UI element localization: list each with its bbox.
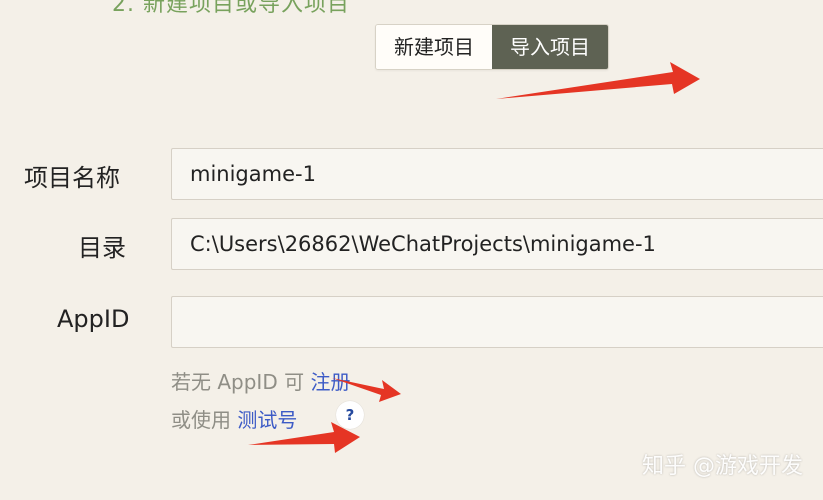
project-name-field[interactable] <box>171 148 823 200</box>
project-mode-toggle: 新建项目 导入项目 <box>375 24 609 70</box>
register-hint-text: 若无 AppID 可 <box>171 370 311 394</box>
zhihu-watermark: 知乎 @游戏开发 <box>642 454 803 479</box>
wechat-devtools-project-form: 2. 新建项目或导入项目 新建项目 导入项目 项目名称 目录 AppID 若无 … <box>0 0 823 500</box>
test-account-hint-text: 或使用 <box>171 408 238 432</box>
appid-register-hint: 若无 AppID 可 注册 <box>171 366 350 395</box>
appid-label: AppID <box>57 305 130 333</box>
register-link[interactable]: 注册 <box>310 370 350 394</box>
top-instruction-text: 2. 新建项目或导入项目 <box>112 0 350 17</box>
directory-label: 目录 <box>78 234 126 262</box>
appid-field[interactable] <box>171 296 823 348</box>
help-icon[interactable]: ? <box>336 401 364 429</box>
new-project-tab[interactable]: 新建项目 <box>376 25 492 69</box>
appid-input[interactable] <box>172 297 823 347</box>
project-name-label: 项目名称 <box>24 164 120 192</box>
project-name-input[interactable] <box>172 149 823 199</box>
import-project-tab[interactable]: 导入项目 <box>492 25 608 69</box>
directory-field[interactable] <box>171 218 823 270</box>
directory-input[interactable] <box>172 219 823 269</box>
test-account-link[interactable]: 测试号 <box>237 408 297 432</box>
test-account-hint: 或使用 测试号 <box>171 404 297 433</box>
